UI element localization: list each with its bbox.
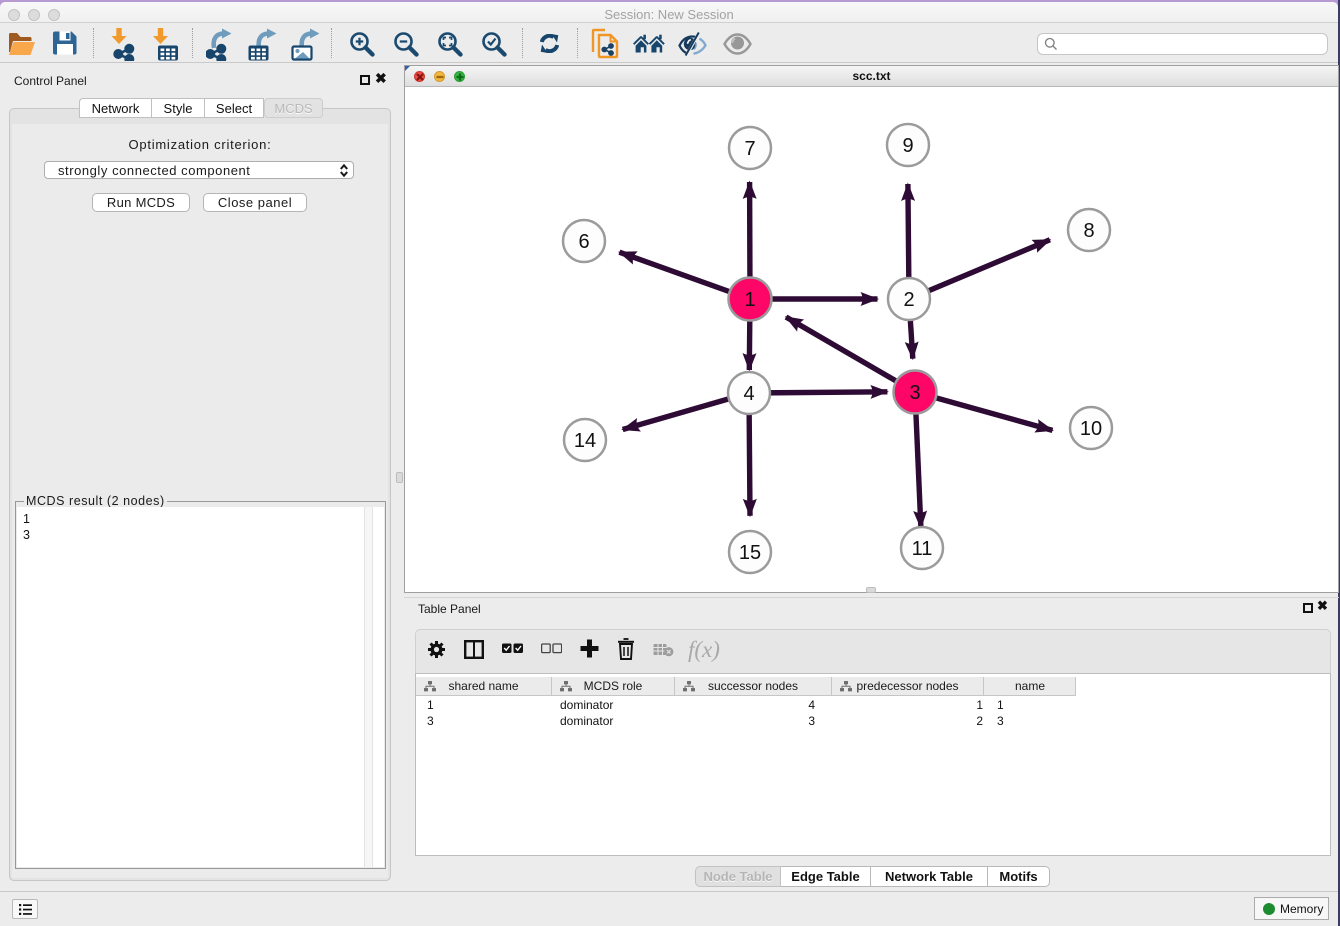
svg-text:11: 11 [912, 538, 933, 560]
svg-text:3: 3 [909, 382, 920, 404]
svg-text:2: 2 [903, 289, 914, 311]
svg-text:1: 1 [744, 289, 755, 311]
svg-text:9: 9 [902, 135, 913, 157]
svg-text:8: 8 [1083, 220, 1094, 242]
svg-text:10: 10 [1080, 418, 1102, 440]
svg-text:7: 7 [744, 138, 755, 160]
svg-text:15: 15 [739, 542, 761, 564]
svg-text:4: 4 [743, 383, 754, 405]
svg-text:6: 6 [578, 231, 589, 253]
svg-text:14: 14 [574, 430, 596, 452]
